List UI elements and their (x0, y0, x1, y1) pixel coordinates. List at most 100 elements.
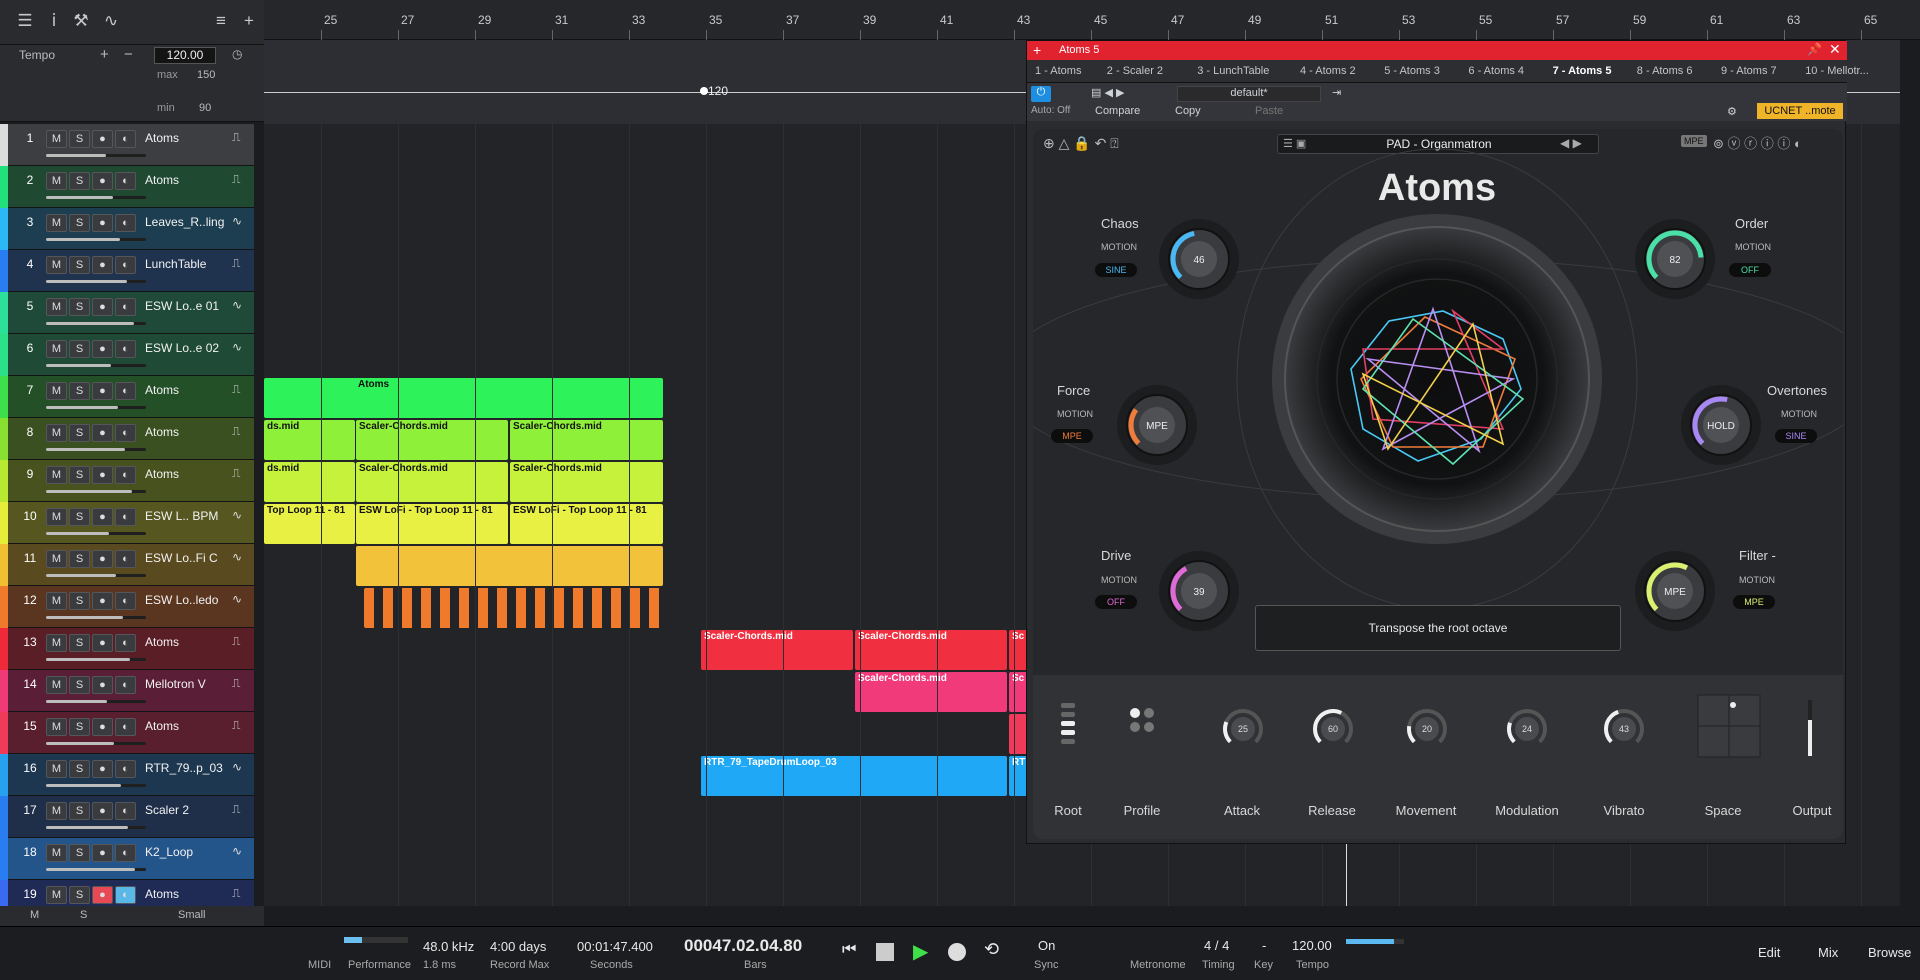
record-arm-button[interactable]: ● (92, 340, 113, 358)
solo-button[interactable]: S (69, 424, 90, 442)
add-icon[interactable]: + (238, 10, 260, 32)
clip-lofi-10c[interactable]: ESW LoFi - Top Loop 11 - 81 (510, 504, 663, 544)
solo-button[interactable]: S (69, 550, 90, 568)
track-row[interactable]: 2 M S ● ◐ Atoms ⎍ (0, 166, 254, 208)
record-arm-button[interactable]: ● (92, 466, 113, 484)
modulation-knob[interactable]: 24 (1502, 704, 1553, 755)
track-name[interactable]: ESW Lo..Fi C (145, 551, 218, 565)
stop-icon[interactable] (876, 943, 894, 961)
volume-fader[interactable] (46, 868, 146, 871)
clip-scaler-8a[interactable]: ds.mid (264, 420, 355, 460)
track-row[interactable]: 13 M S ● ◐ Atoms ⎍ (0, 628, 254, 670)
record-arm-button[interactable]: ● (92, 592, 113, 610)
monitor-button[interactable]: ◐ (115, 382, 136, 400)
vibrato-knob[interactable]: 43 (1599, 704, 1650, 755)
track-row[interactable]: 15 M S ● ◐ Atoms ⎍ (0, 712, 254, 754)
global-mute-button[interactable]: M (30, 909, 39, 921)
solo-button[interactable]: S (69, 634, 90, 652)
paste-button[interactable]: Paste (1255, 105, 1283, 117)
volume-fader[interactable] (46, 448, 146, 451)
plugin-tab[interactable]: 9 - Atoms 7 (1721, 65, 1777, 77)
record-arm-button[interactable]: ● (92, 214, 113, 232)
track-name[interactable]: ESW Lo..ledo (145, 593, 218, 607)
track-name[interactable]: Atoms (145, 173, 179, 187)
overtones-knob[interactable]: HOLD (1681, 385, 1761, 465)
list-icon[interactable]: ☰ (14, 10, 36, 32)
edit-button[interactable]: Edit (1758, 945, 1780, 960)
volume-fader[interactable] (46, 826, 146, 829)
force-motion-pill[interactable]: MPE (1051, 429, 1093, 443)
browse-button[interactable]: Browse (1868, 945, 1911, 960)
clip-tape-16a[interactable]: RTR_79_TapeDrumLoop_03 (701, 756, 1007, 796)
monitor-button[interactable]: ◐ (115, 886, 136, 904)
mute-button[interactable]: M (46, 382, 67, 400)
info-icon[interactable]: ⅰ (43, 10, 65, 32)
solo-button[interactable]: S (69, 172, 90, 190)
mute-button[interactable]: M (46, 802, 67, 820)
clip-scaler-8c[interactable]: Scaler-Chords.mid (510, 420, 663, 460)
record-arm-button[interactable]: ● (92, 508, 113, 526)
profile-selector[interactable] (1130, 708, 1154, 732)
bars-display[interactable]: 00047.02.04.80 (684, 936, 802, 956)
monitor-button[interactable]: ◐ (115, 172, 136, 190)
clip-scaler-8b[interactable]: Scaler-Chords.mid (356, 420, 508, 460)
track-name[interactable]: RTR_79..p_03 (145, 761, 223, 775)
record-arm-button[interactable]: ● (92, 676, 113, 694)
plugin-tab[interactable]: 5 - Atoms 3 (1384, 65, 1440, 77)
volume-fader[interactable] (46, 784, 146, 787)
clip-scaler-9a[interactable]: ds.mid (264, 462, 355, 502)
gear-icon[interactable]: ⚙ (1727, 105, 1737, 118)
track-row[interactable]: 10 M S ● ◐ ESW L.. BPM ∿ (0, 502, 254, 544)
mute-button[interactable]: M (46, 340, 67, 358)
tempo-value[interactable]: 120.00 (1292, 938, 1332, 953)
mix-button[interactable]: Mix (1818, 945, 1838, 960)
time-signature[interactable]: 4 / 4 (1204, 938, 1229, 953)
root-octave-selector[interactable] (1061, 703, 1075, 744)
clip-atoms-7[interactable]: Atoms (264, 378, 663, 418)
solo-button[interactable]: S (69, 508, 90, 526)
clip-lofi-10b[interactable]: ESW LoFi - Top Loop 11 - 81 (356, 504, 508, 544)
play-icon[interactable]: ▶ (913, 939, 928, 964)
mute-button[interactable]: M (46, 718, 67, 736)
filter-knob[interactable]: MPE (1635, 551, 1715, 631)
release-knob[interactable]: 60 (1308, 704, 1359, 755)
space-xy-pad[interactable] (1697, 694, 1761, 758)
clip-red-13b[interactable]: Scaler-Chords.mid (855, 630, 1007, 670)
monitor-button[interactable]: ◐ (115, 592, 136, 610)
monitor-button[interactable]: ◐ (115, 298, 136, 316)
mute-button[interactable]: M (46, 760, 67, 778)
close-icon[interactable]: ✕ (1829, 41, 1841, 58)
metronome-label[interactable]: Metronome (1130, 959, 1186, 971)
mute-button[interactable]: M (46, 676, 67, 694)
solo-button[interactable]: S (69, 802, 90, 820)
clip-pink-14a[interactable]: Scaler-Chords.mid (855, 672, 1007, 712)
monitor-button[interactable]: ◐ (115, 634, 136, 652)
track-row[interactable]: 5 M S ● ◐ ESW Lo..e 01 ∿ (0, 292, 254, 334)
monitor-button[interactable]: ◐ (115, 340, 136, 358)
plugin-tab[interactable]: 4 - Atoms 2 (1300, 65, 1356, 77)
tempo-min-value[interactable]: 90 (199, 102, 211, 114)
volume-fader[interactable] (46, 700, 146, 703)
mute-button[interactable]: M (46, 214, 67, 232)
sync-value[interactable]: On (1038, 938, 1055, 953)
mute-button[interactable]: M (46, 592, 67, 610)
clip-lofi-10a[interactable]: Top Loop 11 - 81 (264, 504, 355, 544)
track-name[interactable]: Atoms (145, 887, 179, 901)
pin-icon[interactable]: 📌 (1807, 42, 1822, 56)
track-name[interactable]: LunchTable (145, 257, 206, 271)
movement-knob[interactable]: 20 (1402, 704, 1453, 755)
tempo-minus-button[interactable]: − (124, 46, 133, 63)
volume-fader[interactable] (46, 280, 146, 283)
add-icon[interactable]: + (1033, 42, 1041, 58)
solo-button[interactable]: S (69, 466, 90, 484)
record-arm-button[interactable]: ● (92, 382, 113, 400)
record-arm-button[interactable]: ● (92, 634, 113, 652)
track-name[interactable]: Scaler 2 (145, 803, 189, 817)
volume-fader[interactable] (46, 490, 146, 493)
plugin-titlebar[interactable]: + Atoms 5 📌 ✕ (1027, 41, 1847, 60)
tempo-max-value[interactable]: 150 (197, 69, 215, 81)
track-height-select[interactable]: Small (178, 909, 206, 921)
monitor-button[interactable]: ◐ (115, 130, 136, 148)
mute-button[interactable]: M (46, 844, 67, 862)
record-arm-button[interactable]: ● (92, 256, 113, 274)
